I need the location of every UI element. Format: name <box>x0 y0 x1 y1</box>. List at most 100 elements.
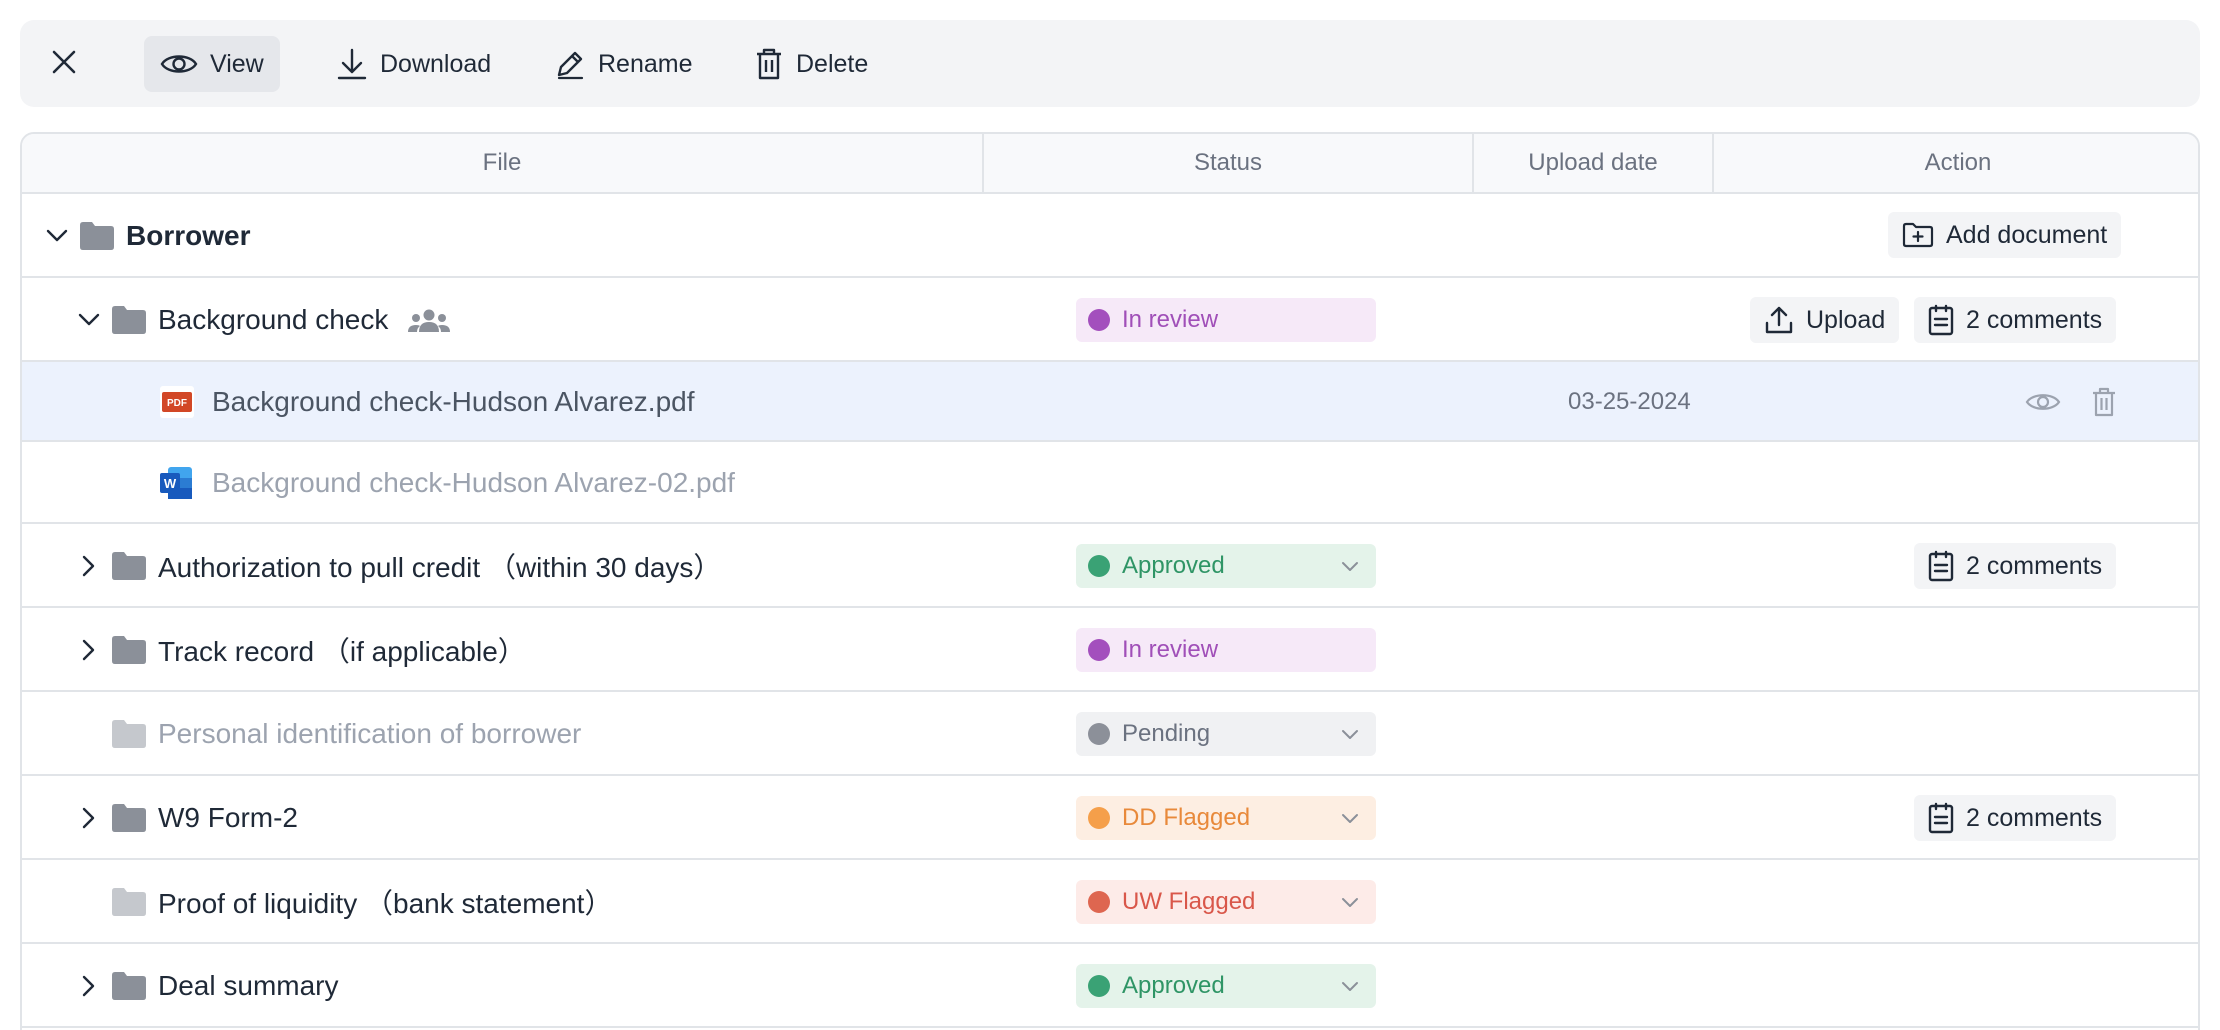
folder-icon <box>112 804 146 832</box>
trash-icon <box>757 48 781 80</box>
status-dot <box>1088 309 1110 331</box>
view-file-button[interactable] <box>2023 382 2063 422</box>
shared-users-icon <box>408 309 450 332</box>
document-name: Track record （if applicable） <box>158 636 526 667</box>
status-dropdown[interactable]: UW Flagged <box>1076 880 1376 924</box>
document-row[interactable]: Personal identification of borrower Pend… <box>22 692 2198 776</box>
pdf-file-icon: PDF <box>160 386 194 418</box>
view-button[interactable]: View <box>144 36 280 92</box>
status-dot <box>1088 807 1110 829</box>
document-name: W9 Form-2 <box>158 802 298 833</box>
folder-icon <box>112 972 146 1000</box>
group-title: Borrower <box>126 220 251 251</box>
status-dropdown[interactable]: DD Flagged <box>1076 796 1376 840</box>
expand-toggle[interactable] <box>74 635 104 665</box>
download-label: Download <box>380 49 492 78</box>
chevron-right-icon <box>82 555 95 577</box>
column-header-upload-date[interactable]: Upload date <box>1474 134 1712 192</box>
folder-icon <box>112 720 146 748</box>
folder-icon <box>112 888 146 916</box>
expand-toggle[interactable] <box>74 551 104 581</box>
collapse-toggle[interactable] <box>74 305 104 335</box>
file-toolbar: View Download Rename Delete <box>20 20 2200 107</box>
status-dot <box>1088 639 1110 661</box>
file-row-selected[interactable]: PDF Background check-Hudson Alvarez.pdf … <box>22 362 2198 442</box>
status-label: In review <box>1122 636 1219 663</box>
chevron-down-icon <box>1342 982 1358 991</box>
status-dropdown[interactable]: Approved <box>1076 544 1376 588</box>
delete-file-button[interactable] <box>2084 382 2124 422</box>
status-label: UW Flagged <box>1122 888 1256 915</box>
word-file-icon: W <box>160 467 192 499</box>
expand-toggle[interactable] <box>74 971 104 1001</box>
document-row[interactable]: Background check In review Upload 2 comm… <box>22 278 2198 362</box>
chevron-down-icon <box>46 229 68 242</box>
close-icon <box>52 50 76 74</box>
document-row[interactable]: Authorization to pull credit （within 30 … <box>22 524 2198 608</box>
svg-text:PDF: PDF <box>167 398 187 409</box>
add-document-label: Add document <box>1946 220 2108 249</box>
file-name[interactable]: Background check-Hudson Alvarez.pdf <box>212 384 695 420</box>
status-label: In review <box>1122 306 1219 333</box>
chevron-right-icon <box>82 975 95 997</box>
status-label: Approved <box>1122 552 1225 579</box>
column-header-file[interactable]: File <box>22 134 982 192</box>
document-row[interactable]: Proof of liquidity （bank statement） UW F… <box>22 860 2198 944</box>
comments-button[interactable]: 2 comments <box>1914 297 2117 343</box>
notepad-icon <box>1928 802 1954 834</box>
comments-label: 2 comments <box>1966 305 2103 334</box>
status-dot <box>1088 975 1110 997</box>
delete-button[interactable]: Delete <box>738 36 884 92</box>
document-name: Deal summary <box>158 970 339 1001</box>
upload-date: 03-25-2024 <box>1568 388 1691 415</box>
expand-toggle[interactable] <box>74 803 104 833</box>
upload-icon <box>1765 306 1793 334</box>
chevron-down-icon <box>1342 814 1358 823</box>
pencil-icon <box>557 51 584 80</box>
document-name: Authorization to pull credit （within 30 … <box>158 552 722 583</box>
comments-button[interactable]: 2 comments <box>1914 795 2117 841</box>
file-name[interactable]: Background check-Hudson Alvarez-02.pdf <box>212 465 735 501</box>
document-row[interactable]: Track record （if applicable） In review <box>22 608 2198 692</box>
folder-icon <box>112 306 146 334</box>
chevron-right-icon <box>82 807 95 829</box>
comments-button[interactable]: 2 comments <box>1914 543 2117 589</box>
status-dropdown[interactable]: Pending <box>1076 712 1376 756</box>
notepad-icon <box>1928 304 1954 336</box>
svg-text:W: W <box>164 476 177 491</box>
folder-icon <box>112 552 146 580</box>
status-dropdown[interactable]: Approved <box>1076 964 1376 1008</box>
status-label: DD Flagged <box>1122 804 1251 831</box>
trash-icon <box>2093 387 2115 417</box>
rename-button[interactable]: Rename <box>538 36 709 92</box>
table-header: File Status Upload date Action <box>22 134 2198 194</box>
file-row[interactable]: W Background check-Hudson Alvarez-02.pdf <box>22 442 2198 524</box>
add-document-button[interactable]: Add document <box>1888 212 2122 258</box>
close-button[interactable] <box>44 42 84 82</box>
document-name: Personal identification of borrower <box>158 718 582 749</box>
rename-label: Rename <box>598 49 693 78</box>
comments-label: 2 comments <box>1966 803 2103 832</box>
eye-icon <box>160 55 198 73</box>
download-button[interactable]: Download <box>320 36 507 92</box>
folder-icon <box>80 222 114 250</box>
view-label: View <box>210 49 264 78</box>
folder-icon <box>112 636 146 664</box>
document-row[interactable]: W9 Form-2 DD Flagged 2 comments <box>22 776 2198 860</box>
chevron-down-icon <box>1342 898 1358 907</box>
chevron-right-icon <box>82 639 95 661</box>
chevron-down-icon <box>1342 730 1358 739</box>
column-header-status[interactable]: Status <box>984 134 1472 192</box>
status-badge: In review <box>1076 628 1376 672</box>
eye-icon <box>2025 394 2061 410</box>
column-header-action[interactable]: Action <box>1714 134 2198 192</box>
folder-plus-icon <box>1902 222 1934 248</box>
document-row[interactable]: Deal summary Approved <box>22 944 2198 1028</box>
documents-table: File Status Upload date Action Borrower … <box>20 132 2200 1030</box>
upload-button[interactable]: Upload <box>1750 297 1900 343</box>
chevron-down-icon <box>78 313 100 326</box>
collapse-toggle[interactable] <box>42 221 72 251</box>
chevron-down-icon <box>1342 562 1358 571</box>
delete-label: Delete <box>796 49 869 78</box>
status-badge: In review <box>1076 298 1376 342</box>
